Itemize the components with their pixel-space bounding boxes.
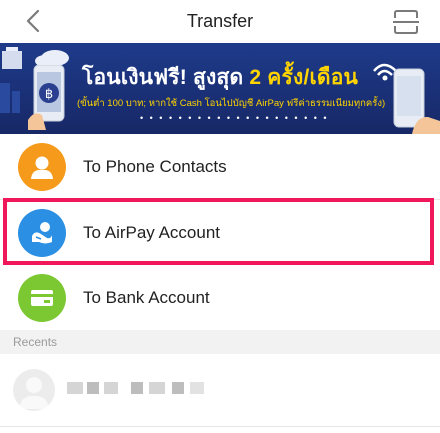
banner-pager-dots: • • • • • • • • • • • • • • • • • • • • [140,113,329,123]
option-bank-account[interactable]: To Bank Account [0,265,440,330]
recents-header: Recents [0,330,440,354]
phone-baht-icon: ฿ [28,65,65,130]
redacted-name-block [190,382,204,394]
svg-text:฿: ฿ [45,87,53,102]
redacted-name-block [131,382,143,394]
person-icon [18,142,66,191]
banner-subtext: (ขั้นต่ำ 100 บาท; หากใช้ Cash โอนไปบัญชี… [77,98,386,109]
recent-contact-item[interactable] [0,356,440,426]
avatar [13,369,55,411]
highlight-box [3,198,434,265]
redacted-name-block [104,382,118,394]
chevron-left-icon[interactable] [22,9,46,33]
redacted-name-block [87,382,99,394]
promo-banner[interactable]: ฿ โอนเงินฟรี! สูงสุด 2 ครั้ง/เดือน (ขั้น… [0,43,440,134]
page-title: Transfer [186,11,254,31]
divider [0,426,440,427]
redacted-name-block [67,382,83,394]
option-label: To Bank Account [83,287,210,307]
option-phone-contacts[interactable]: To Phone Contacts [0,134,440,199]
qr-scan-icon[interactable] [392,9,420,35]
redacted-name-block [172,382,184,394]
recents-heading: Recents [13,335,58,349]
header: Transfer [0,0,440,43]
redacted-name-block [149,382,165,394]
banner-headline: โอนเงินฟรี! สูงสุด 2 ครั้ง/เดือน [82,66,359,89]
option-label: To Phone Contacts [83,156,227,176]
card-icon [18,273,66,322]
